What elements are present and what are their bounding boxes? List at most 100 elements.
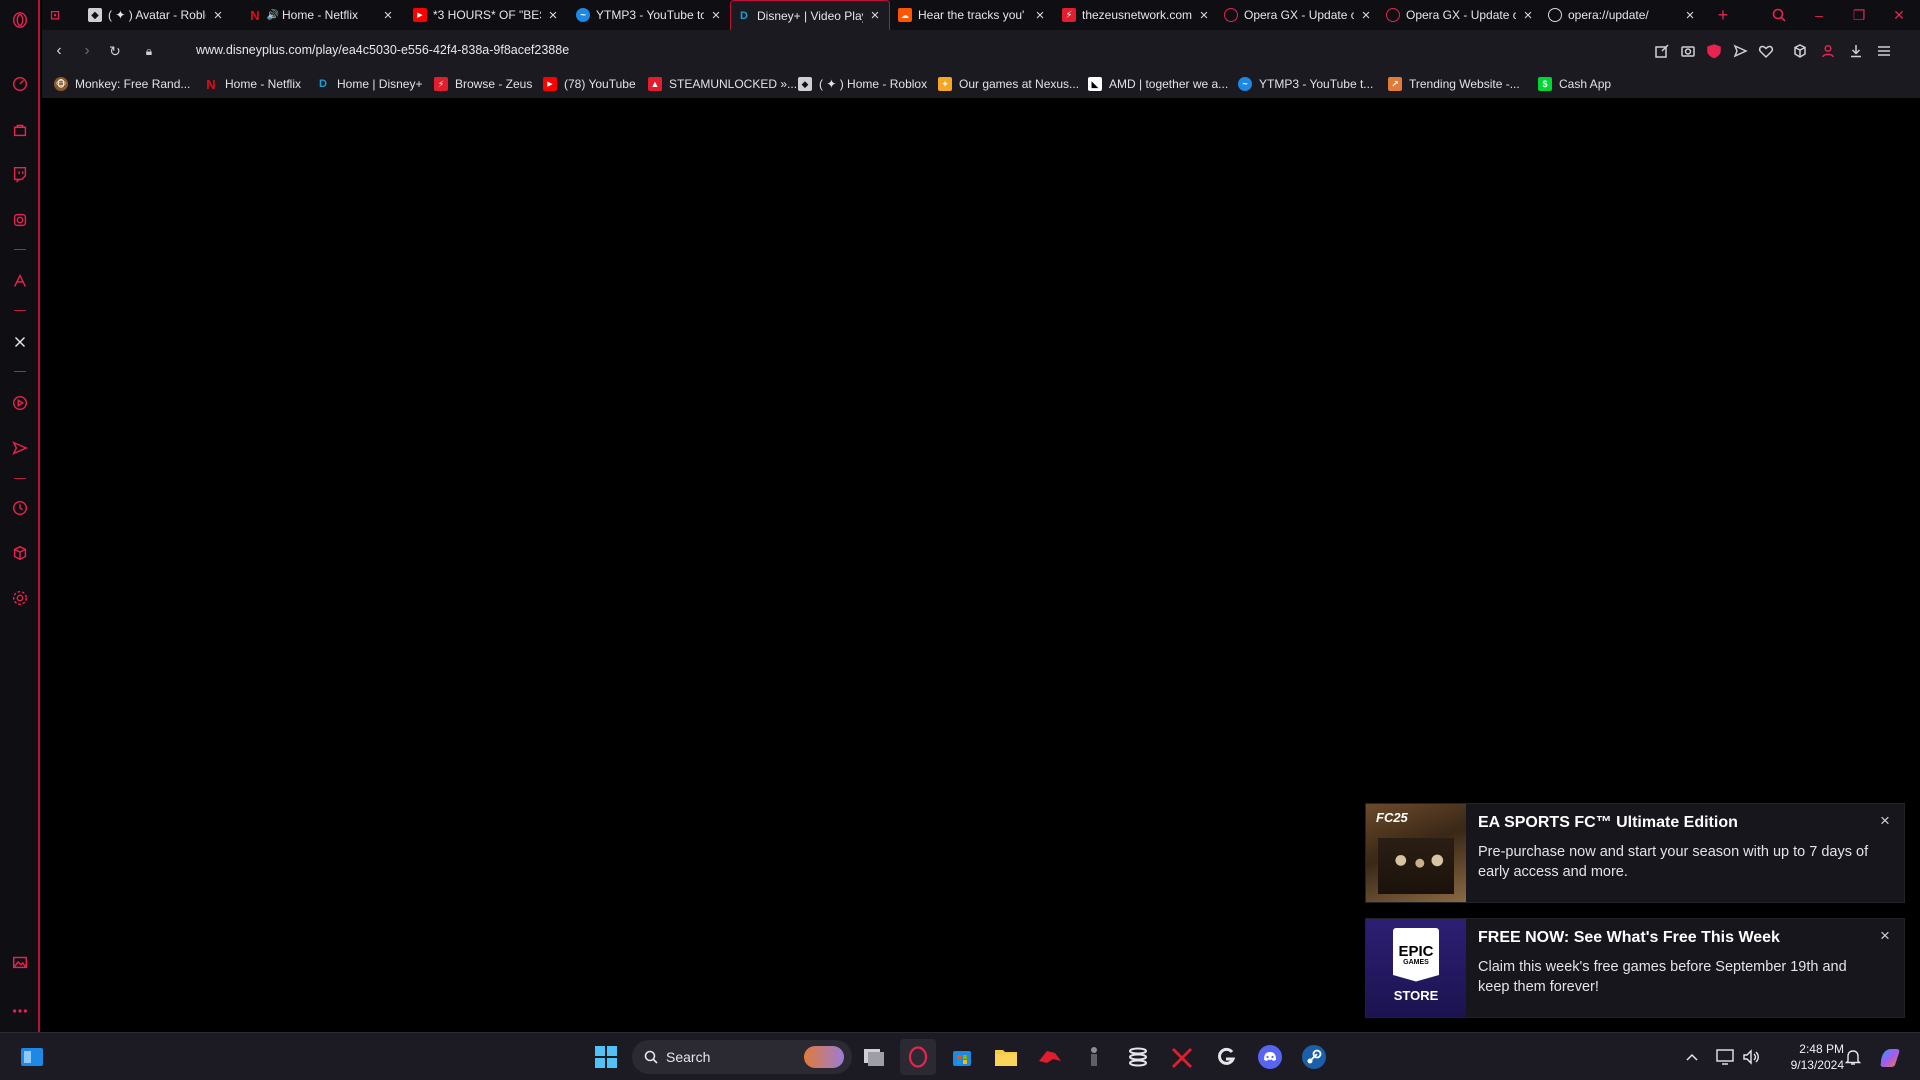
restore-icon[interactable]: ❐	[1840, 0, 1878, 30]
sidebar-divider	[14, 310, 26, 311]
bookmark-monkey[interactable]: 🐵︎ Monkey: Free Rand...	[54, 74, 190, 94]
tab-9[interactable]: opera://update/ ×	[1542, 0, 1704, 30]
soundcloud-icon: ☁	[898, 8, 912, 22]
bookmark-heart-icon[interactable]	[1756, 41, 1776, 61]
opera-gx-taskbar-icon[interactable]	[900, 1039, 936, 1075]
bookmark-cashapp[interactable]: $ Cash App	[1538, 74, 1611, 94]
bookmark-amd[interactable]: ◣ AMD | together we a...	[1088, 74, 1228, 94]
tab-8[interactable]: Opera GX - Update c ×	[1380, 0, 1542, 30]
tab-0[interactable]: ◆ ( ✦ ) Avatar - Roblox ×	[82, 0, 232, 30]
close-icon[interactable]: ×	[1682, 7, 1698, 24]
close-icon[interactable]: ×	[1358, 7, 1374, 24]
instagram-icon[interactable]	[8, 208, 32, 232]
back-icon[interactable]: ‹	[48, 40, 70, 62]
bookmark-zeus[interactable]: ⚡ Browse - Zeus	[434, 74, 532, 94]
opera-icon	[1224, 8, 1238, 22]
stacked-app-icon[interactable]	[1120, 1039, 1156, 1075]
tab-6[interactable]: ⚡ thezeusnetwork.com ×	[1056, 0, 1218, 30]
profile-icon[interactable]	[1818, 41, 1838, 61]
xbox-x-app-icon[interactable]	[1164, 1039, 1200, 1075]
new-tab-plus-icon[interactable]: +	[1704, 0, 1742, 30]
microsoft-store-icon[interactable]	[944, 1039, 980, 1075]
widgets-icon[interactable]	[14, 1039, 50, 1075]
lock-icon[interactable]: 🔒︎	[138, 40, 160, 62]
copilot-icon[interactable]	[1872, 1039, 1908, 1075]
notification-epic-free[interactable]: EPIC GAMES STORE FREE NOW: See What's Fr…	[1365, 918, 1905, 1018]
close-icon[interactable]: ×	[380, 7, 396, 24]
close-icon[interactable]: ×	[1876, 926, 1894, 945]
notification-ea-fc[interactable]: FC25 EA SPORTS FC™ Ultimate Edition Pre-…	[1365, 803, 1905, 903]
close-icon[interactable]: ×	[210, 7, 226, 24]
twitch-icon[interactable]	[8, 162, 32, 186]
roblox-icon: ◆	[88, 8, 102, 22]
logitech-g-icon[interactable]	[1208, 1039, 1244, 1075]
speed-dial-icon[interactable]	[8, 72, 32, 96]
bookmark-ytmp3[interactable]: ~ YTMP3 - YouTube t...	[1238, 74, 1373, 94]
search-highlight-icon	[804, 1046, 844, 1068]
close-icon[interactable]: ×	[1032, 7, 1048, 24]
history-icon[interactable]	[8, 496, 32, 520]
shop-icon[interactable]	[8, 118, 32, 142]
close-icon[interactable]: ×	[1876, 811, 1894, 830]
windows-taskbar: Search 2:48 PM 9/13/2024	[0, 1032, 1920, 1080]
send-icon[interactable]	[8, 436, 32, 460]
notification-bell-icon[interactable]	[1842, 1039, 1864, 1075]
close-window-icon[interactable]: ✕	[1880, 0, 1918, 30]
bookmark-trending[interactable]: ↗ Trending Website -...	[1388, 74, 1520, 94]
camera-snapshot-icon[interactable]	[1678, 41, 1698, 61]
forward-icon[interactable]: ›	[76, 40, 98, 62]
task-view-icon[interactable]	[856, 1039, 892, 1075]
tab-5[interactable]: ☁ Hear the tracks you' ×	[892, 0, 1054, 30]
close-icon[interactable]: ×	[708, 7, 724, 24]
steam-icon[interactable]	[1296, 1039, 1332, 1075]
edit-share-icon[interactable]	[1652, 41, 1672, 61]
more-options-icon[interactable]	[8, 999, 32, 1023]
tab-1[interactable]: N 🔊 Home - Netflix ×	[242, 0, 402, 30]
close-icon[interactable]: ×	[867, 7, 883, 24]
tab-2[interactable]: ▶ *3 HOURS* OF "BEST ×	[407, 0, 567, 30]
gx-corner-icon[interactable]: ⊡	[42, 0, 72, 30]
bookmark-disney[interactable]: D Home | Disney+	[316, 74, 422, 94]
tab-3[interactable]: ~ YTMP3 - YouTube to ×	[570, 0, 730, 30]
adblock-shield-icon[interactable]	[1704, 41, 1724, 61]
close-icon[interactable]: ×	[545, 7, 561, 24]
bookmark-label: Browse - Zeus	[455, 77, 533, 91]
youtube-icon: ▶	[413, 8, 427, 22]
close-icon[interactable]: ×	[1196, 7, 1212, 24]
file-explorer-icon[interactable]	[988, 1039, 1024, 1075]
windows-start-icon[interactable]	[588, 1039, 624, 1075]
network-icon[interactable]	[1714, 1039, 1736, 1075]
wallpaper-icon[interactable]	[8, 950, 32, 974]
menu-hamburger-icon[interactable]	[1874, 41, 1894, 61]
audio-playing-icon[interactable]: 🔊	[267, 8, 279, 22]
figure-app-icon[interactable]	[1076, 1039, 1112, 1075]
bookmark-nexus[interactable]: ✦ Our games at Nexus...	[938, 74, 1079, 94]
bookmark-netflix[interactable]: N Home - Netflix	[204, 74, 301, 94]
bookmark-roblox[interactable]: ◆ ( ✦ ) Home - Roblox	[798, 74, 927, 94]
game-launcher-red-icon[interactable]	[1032, 1039, 1068, 1075]
discord-icon[interactable]	[1252, 1039, 1288, 1075]
url-field[interactable]: www.disneyplus.com/play/ea4c5030-e556-42…	[196, 39, 1596, 61]
bookmark-steamunlocked[interactable]: ▲ STEAMUNLOCKED »...	[648, 74, 797, 94]
opera-gx-logo-icon[interactable]	[8, 8, 32, 32]
extensions-cube-icon[interactable]	[1790, 41, 1810, 61]
settings-gear-icon[interactable]	[8, 586, 32, 610]
system-clock[interactable]: 2:48 PM 9/13/2024	[1764, 1041, 1844, 1073]
bookmark-youtube[interactable]: ▶ (78) YouTube	[543, 74, 636, 94]
player-icon[interactable]	[8, 391, 32, 415]
extensions-cube-icon[interactable]	[8, 541, 32, 565]
flow-send-icon[interactable]	[1730, 41, 1750, 61]
volume-icon[interactable]	[1740, 1039, 1762, 1075]
x-twitter-icon[interactable]	[8, 330, 32, 354]
download-icon[interactable]	[1846, 41, 1866, 61]
search-tabs-icon[interactable]	[1760, 0, 1798, 30]
show-hidden-icons-chevron-icon[interactable]	[1682, 1039, 1702, 1075]
gx-aria-icon[interactable]	[8, 269, 32, 293]
epic-games-store-logo: EPIC GAMES STORE	[1366, 919, 1466, 1017]
close-icon[interactable]: ×	[1520, 7, 1536, 24]
tab-4-active[interactable]: D Disney+ | Video Play ×	[730, 0, 890, 30]
minimize-icon[interactable]: –	[1800, 0, 1838, 30]
reload-icon[interactable]: ↻	[104, 40, 126, 62]
taskbar-search[interactable]: Search	[632, 1040, 852, 1074]
tab-7[interactable]: Opera GX - Update c ×	[1218, 0, 1380, 30]
